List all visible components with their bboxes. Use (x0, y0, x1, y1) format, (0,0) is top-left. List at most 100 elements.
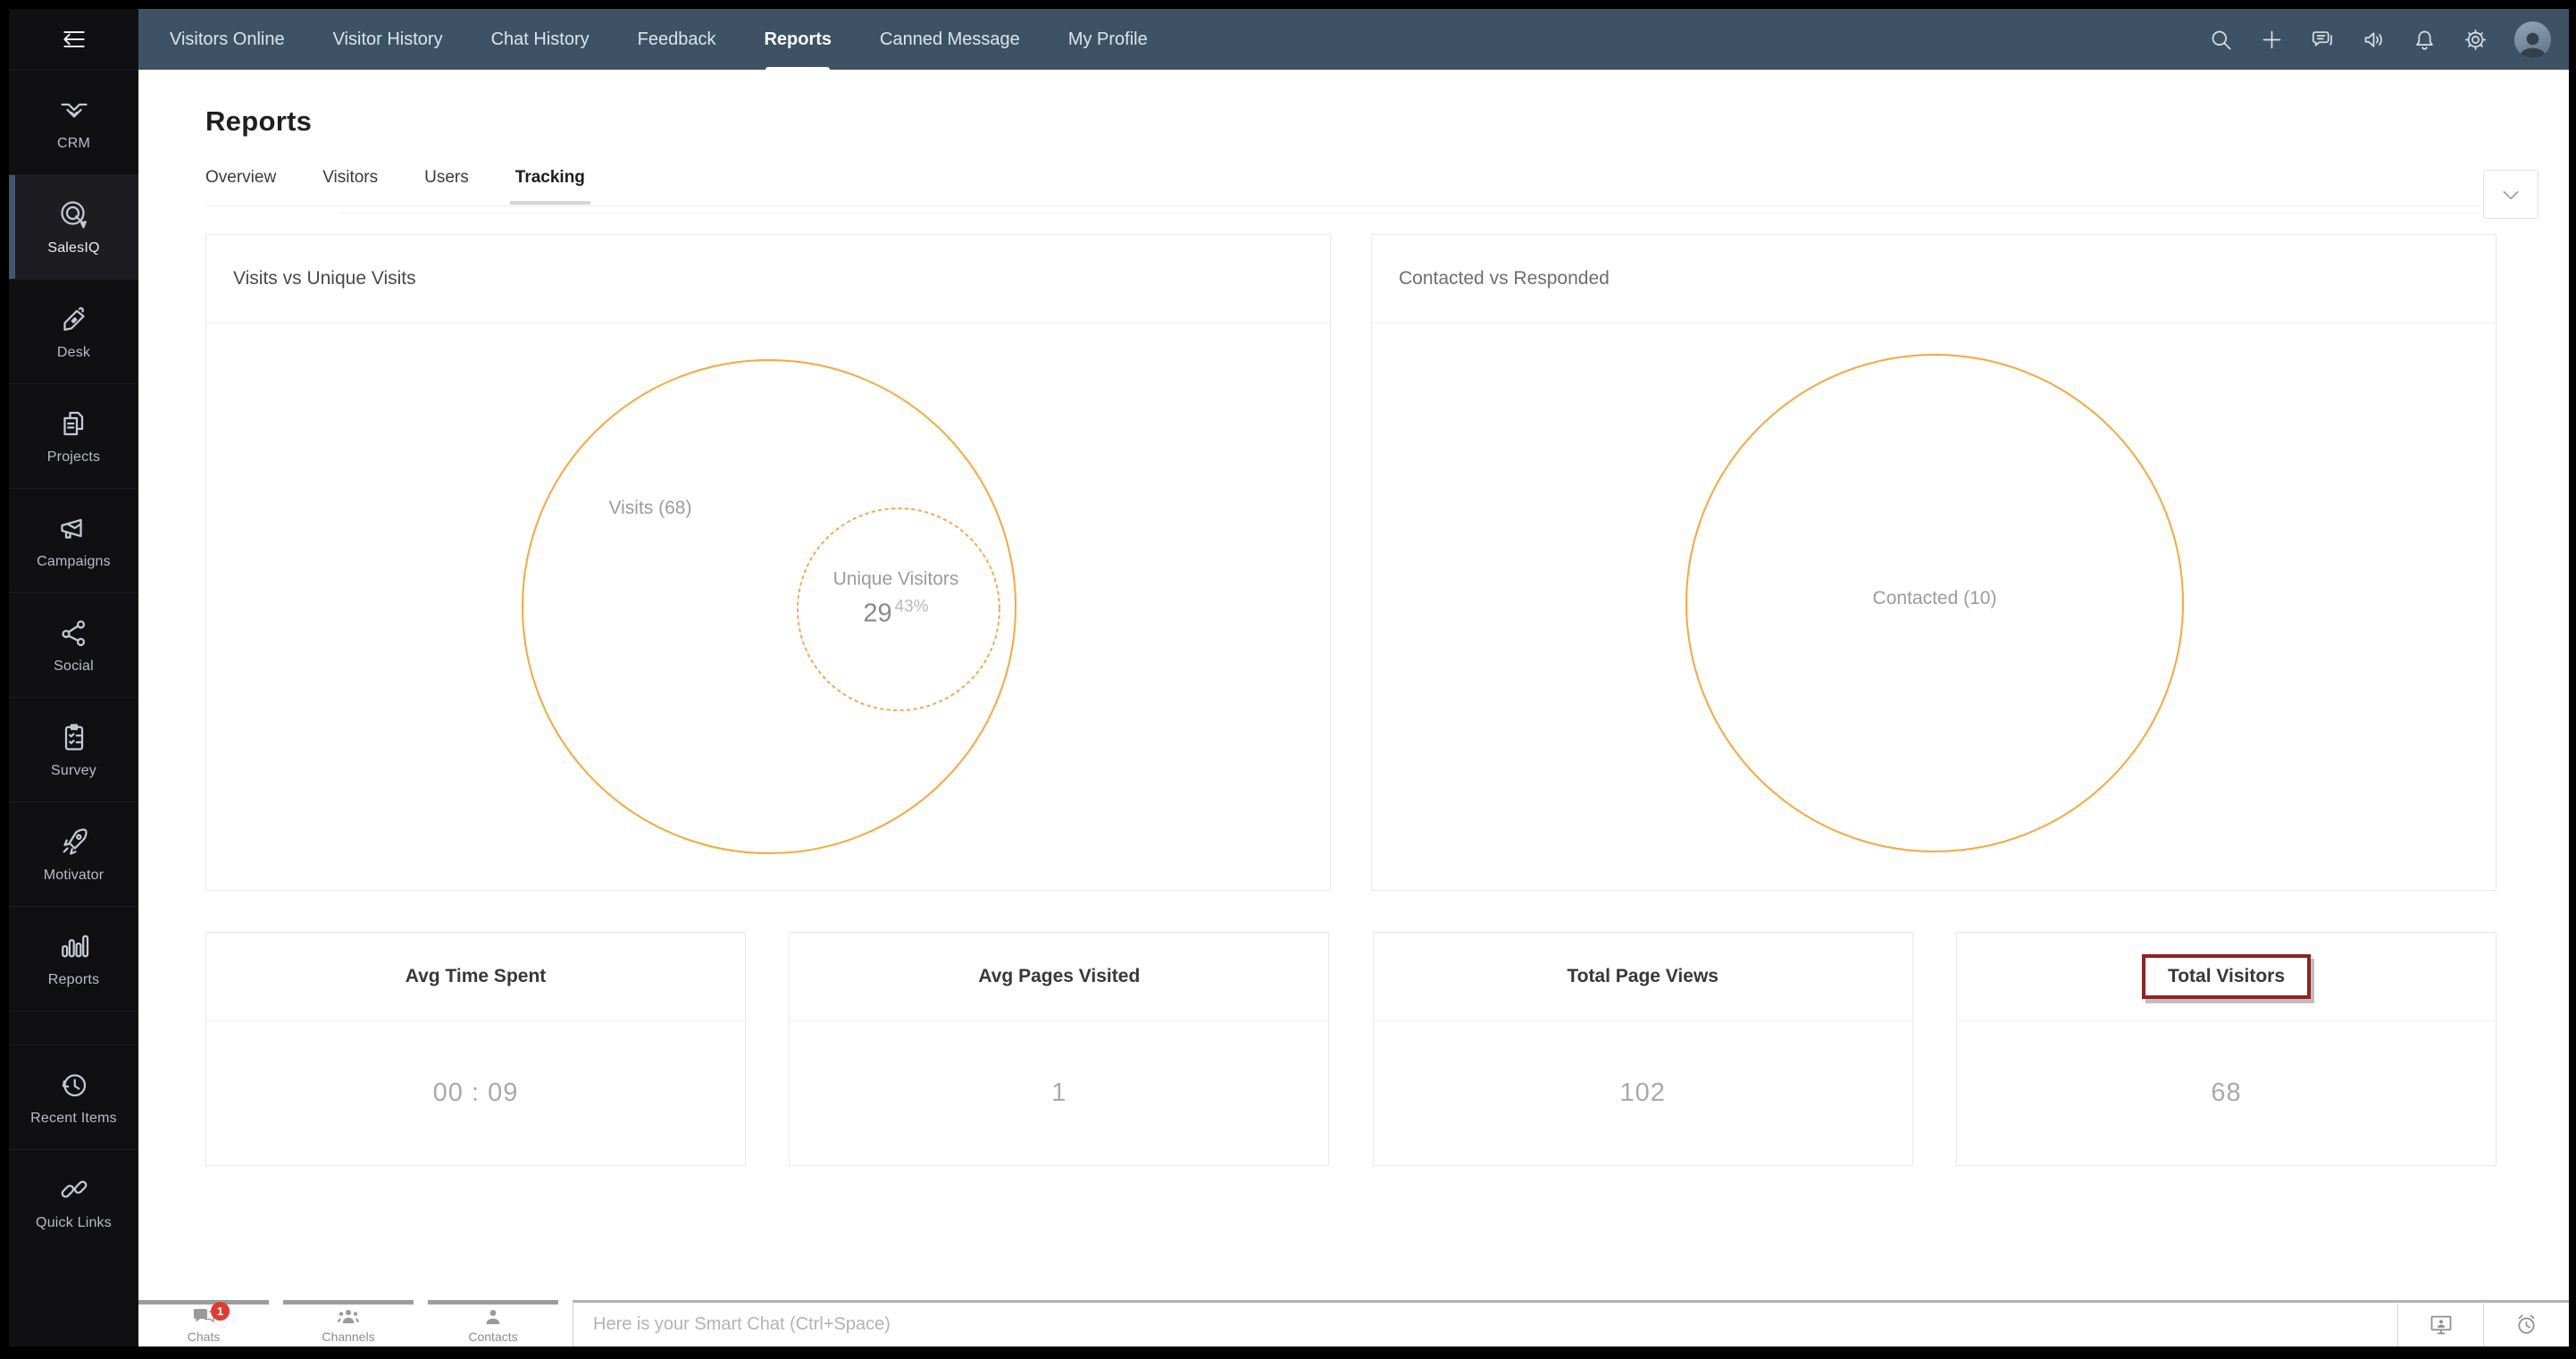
megaphone-icon (58, 512, 90, 544)
alarm-clock-icon (2514, 1313, 2538, 1337)
nav-item-canned-message[interactable]: Canned Message (880, 9, 1020, 70)
add-icon[interactable] (2260, 28, 2284, 52)
chart-card-title: Visits vs Unique Visits (206, 235, 1330, 323)
top-navbar: Visitors Online Visitor History Chat His… (138, 9, 2569, 70)
user-avatar[interactable] (2514, 21, 2551, 58)
bottom-tab-label: Channels (322, 1330, 374, 1344)
search-icon[interactable] (2209, 28, 2233, 52)
app-sidebar: CRM SalesIQ Desk Projects (9, 9, 138, 1346)
bar-chart-icon (58, 930, 90, 962)
total-visitors-card: Total Visitors 68 (1956, 932, 2497, 1166)
venn-diagram (206, 323, 1330, 889)
notifications-bell-icon[interactable] (2413, 28, 2437, 52)
stat-title: Total Page Views (1567, 966, 1719, 987)
bottom-tab-label: Chats (188, 1330, 221, 1344)
sidebar-collapse-button[interactable] (9, 9, 138, 70)
settings-gear-icon[interactable] (2463, 28, 2488, 52)
announcements-icon[interactable] (2362, 28, 2386, 52)
chats-unread-badge: 1 (211, 1302, 230, 1321)
stats-row: Avg Time Spent 00 : 09 Avg Pages Visited… (205, 932, 2497, 1166)
reminders-button[interactable] (2483, 1300, 2569, 1346)
contacted-set-label: Contacted (10) (1873, 588, 1997, 609)
sidebar-item-quick-links[interactable]: Quick Links (9, 1149, 138, 1254)
bottom-tab-chats[interactable]: 1 Chats (138, 1300, 269, 1346)
sidebar-item-survey[interactable]: Survey (9, 697, 138, 801)
visits-set-label: Visits (68) (609, 498, 692, 519)
unique-visitors-value: 2943% (833, 598, 959, 629)
screenshot-frame: CRM SalesIQ Desk Projects (0, 0, 2576, 1359)
bottom-tab-label: Contacts (468, 1330, 517, 1344)
nav-item-feedback[interactable]: Feedback (638, 9, 716, 70)
tab-users[interactable]: Users (424, 168, 469, 188)
nav-item-visitors-online[interactable]: Visitors Online (170, 9, 285, 70)
documents-icon (58, 407, 90, 440)
panel-divider (339, 213, 2497, 214)
stat-title: Avg Time Spent (406, 966, 547, 987)
sidebar-item-desk[interactable]: Desk (9, 279, 138, 383)
desk-pen-icon (58, 303, 90, 335)
collapse-panel-button[interactable] (2483, 170, 2538, 219)
sidebar-item-label: Social (54, 659, 94, 675)
nav-item-visitor-history[interactable]: Visitor History (333, 9, 443, 70)
venn-chart-visits: Visits (68) Unique Visitors 2943% (206, 323, 1330, 893)
sidebar-item-social[interactable]: Social (9, 592, 138, 697)
stat-title: Avg Pages Visited (978, 966, 1140, 987)
screen-share-icon (2429, 1313, 2454, 1337)
link-icon (58, 1173, 90, 1205)
sidebar-item-label: Desk (57, 345, 90, 361)
nav-item-chat-history[interactable]: Chat History (491, 9, 590, 70)
tab-overview[interactable]: Overview (205, 168, 276, 188)
smart-chat-bar: 1 Chats Channels (138, 1300, 2569, 1346)
stat-value: 68 (1957, 1021, 2496, 1165)
chat-icon[interactable] (2311, 28, 2335, 52)
share-network-icon (58, 617, 90, 649)
top-nav-items: Visitors Online Visitor History Chat His… (170, 9, 1148, 70)
sidebar-item-label: Campaigns (37, 554, 111, 570)
sidebar-item-label: Projects (47, 449, 100, 466)
sidebar-item-label: SalesIQ (47, 240, 99, 256)
stat-value: 00 : 09 (206, 1021, 745, 1165)
sidebar-item-recent-items[interactable]: Recent Items (9, 1044, 138, 1149)
stat-value: 102 (1374, 1021, 1912, 1165)
sidebar-item-salesiq[interactable]: SalesIQ (9, 174, 138, 279)
history-clock-icon (58, 1069, 90, 1101)
target-arrow-icon (58, 198, 90, 231)
chart-card-title: Contacted vs Responded (1372, 235, 2496, 323)
clipboard-checklist-icon (58, 721, 90, 753)
handshake-icon (58, 94, 90, 126)
sidebar-item-crm[interactable]: CRM (9, 70, 138, 174)
sidebar-item-label: Motivator (44, 868, 105, 884)
avg-pages-visited-card: Avg Pages Visited 1 (789, 932, 1329, 1166)
nav-item-my-profile[interactable]: My Profile (1068, 9, 1148, 70)
sidebar-item-reports[interactable]: Reports (9, 906, 138, 1011)
sidebar-item-label: Quick Links (36, 1215, 112, 1231)
bottom-tab-channels[interactable]: Channels (283, 1300, 414, 1346)
app-window: CRM SalesIQ Desk Projects (9, 9, 2569, 1346)
tab-visitors[interactable]: Visitors (322, 168, 378, 188)
sidebar-item-label: Recent Items (30, 1111, 117, 1127)
sidebar-item-label: CRM (57, 136, 90, 152)
unique-visitors-percent: 43% (895, 598, 929, 617)
smart-chat-input[interactable] (573, 1314, 2397, 1335)
unique-visitors-set-label: Unique Visitors 2943% (833, 569, 959, 629)
stat-value: 1 (790, 1021, 1328, 1165)
venn-chart-contacted: Contacted (10) (1372, 323, 2496, 893)
sidebar-spacer (9, 1011, 138, 1044)
nav-item-reports[interactable]: Reports (764, 9, 832, 70)
highlight-annotation-box: Total Visitors (2142, 954, 2311, 999)
sidebar-item-campaigns[interactable]: Campaigns (9, 488, 138, 592)
tab-tracking[interactable]: Tracking (515, 168, 585, 188)
sidebar-item-projects[interactable]: Projects (9, 383, 138, 488)
sidebar-item-label: Reports (48, 972, 99, 988)
sidebar-item-motivator[interactable]: Motivator (9, 801, 138, 906)
reports-content: Reports Overview Visitors Users Tracking… (138, 70, 2569, 1300)
total-page-views-card: Total Page Views 102 (1373, 932, 1913, 1166)
contacts-icon (484, 1308, 502, 1326)
screen-share-button[interactable] (2397, 1300, 2483, 1346)
contacted-vs-responded-card: Contacted vs Responded Contacted (10) (1371, 234, 2497, 891)
main-area: Visitors Online Visitor History Chat His… (138, 9, 2569, 1346)
chevron-down-icon (2499, 183, 2522, 206)
channels-icon (337, 1308, 360, 1326)
bottom-tab-contacts[interactable]: Contacts (428, 1300, 558, 1346)
charts-row: Visits vs Unique Visits Visits (68) Uniq… (205, 234, 2497, 891)
